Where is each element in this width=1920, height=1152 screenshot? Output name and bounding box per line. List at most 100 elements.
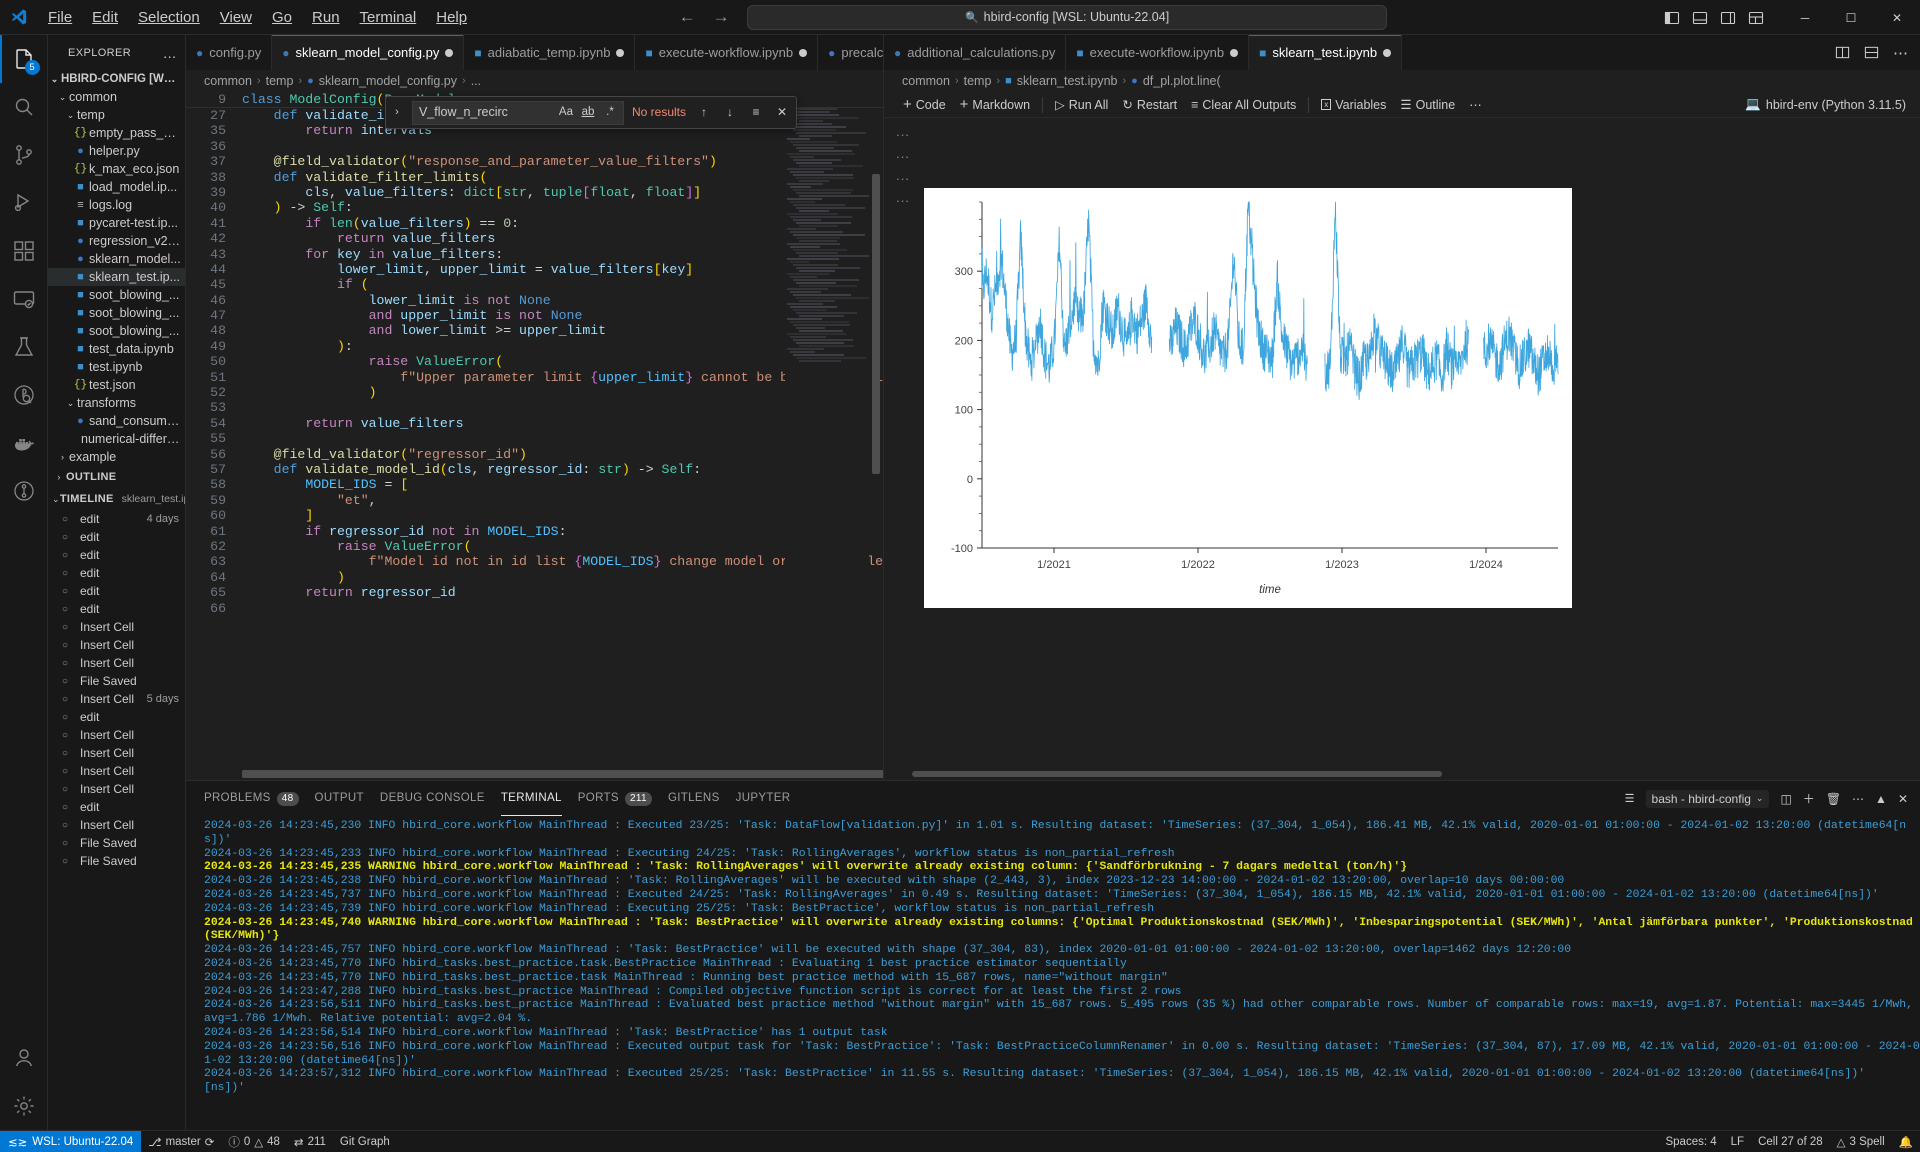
timeline-item[interactable]: ○edit: [48, 546, 185, 564]
code-line[interactable]: 48 and lower_limit >= upper_limit: [186, 323, 883, 338]
terminal-output[interactable]: 2024-03-26 14:23:45,230 INFO hbird_core.…: [186, 816, 1920, 1130]
terminal-dropdown-icon[interactable]: ☰: [1625, 792, 1635, 805]
breadcrumb-item-1[interactable]: temp: [266, 74, 294, 88]
panel-tab-terminal[interactable]: TERMINAL: [501, 781, 562, 816]
tab-sklearn-model-config-py[interactable]: ●sklearn_model_config.py: [272, 35, 464, 70]
timeline-item[interactable]: ○Insert Cell: [48, 636, 185, 654]
code-line[interactable]: 62 raise ValueError(: [186, 539, 883, 554]
code-line[interactable]: 61 if regressor_id not in MODEL_IDS:: [186, 524, 883, 539]
breadcrumb-item-2[interactable]: sklearn_model_config.py: [319, 74, 457, 88]
find-previous-icon[interactable]: ↑: [694, 105, 714, 120]
scrollbar-thumb[interactable]: [872, 174, 880, 474]
close-window-button[interactable]: ✕: [1874, 0, 1920, 35]
sidebar-item-python-env[interactable]: [0, 371, 48, 419]
menu-file[interactable]: File: [38, 6, 82, 29]
sidebar-item-docker[interactable]: [0, 419, 48, 467]
code-line[interactable]: 55: [186, 431, 883, 446]
panel-tab-output[interactable]: OUTPUT: [315, 781, 364, 816]
find-input[interactable]: V_flow_n_recirc Aa ab .*: [412, 101, 624, 125]
tree-row-k-max-eco-json[interactable]: {}k_max_eco.json: [48, 160, 185, 178]
notebook-horizontal-scrollbar[interactable]: [912, 769, 1918, 778]
timeline-item[interactable]: ○Insert Cell: [48, 654, 185, 672]
timeline-item[interactable]: ○edit: [48, 600, 185, 618]
timeline-item[interactable]: ○edit: [48, 708, 185, 726]
timeline-item[interactable]: ○edit: [48, 798, 185, 816]
tree-row-soot-blowing-[interactable]: ■soot_blowing_...: [48, 304, 185, 322]
code-line[interactable]: 63 f"Model id not in id list {MODEL_IDS}…: [186, 554, 883, 569]
maximize-panel-icon[interactable]: ▲: [1875, 792, 1887, 806]
accounts-button[interactable]: [0, 1034, 48, 1082]
sidebar-item-search[interactable]: [0, 83, 48, 131]
sidebar-item-run-debug[interactable]: [0, 179, 48, 227]
toggle-replace-icon[interactable]: ›: [388, 105, 406, 120]
git-graph-button[interactable]: Git Graph: [333, 1131, 397, 1152]
cell-indicator[interactable]: Cell 27 of 28: [1751, 1131, 1830, 1152]
terminal-instance-selector[interactable]: bash - hbird-config ⌄: [1646, 790, 1770, 808]
tree-row-root[interactable]: ⌄ HBIRD-CONFIG [WSL: UBU...: [48, 70, 185, 88]
settings-button[interactable]: [0, 1082, 48, 1130]
timeline-item[interactable]: ○edit: [48, 528, 185, 546]
code-line[interactable]: 38 def validate_filter_limits(: [186, 170, 883, 185]
panel-tab-jupyter[interactable]: JUPYTER: [736, 781, 791, 816]
notebook-output-row[interactable]: ... -10001002003001/20211/20221/20231/20…: [884, 188, 1920, 608]
menu-run[interactable]: Run: [302, 6, 350, 29]
menu-help[interactable]: Help: [426, 6, 477, 29]
minimize-button[interactable]: ─: [1782, 0, 1828, 35]
tree-row-logs-log[interactable]: ≡logs.log: [48, 196, 185, 214]
menu-terminal[interactable]: Terminal: [350, 6, 427, 29]
code-line[interactable]: 60 ]: [186, 508, 883, 523]
back-arrow-icon[interactable]: ←: [677, 7, 697, 27]
close-panel-icon[interactable]: ✕: [1898, 792, 1908, 806]
outline-button[interactable]: ☰ Outline: [1393, 95, 1462, 114]
tab-additional-calculations-py[interactable]: ●additional_calculations.py: [884, 35, 1066, 70]
code-line[interactable]: 37 @field_validator("response_and_parame…: [186, 154, 883, 169]
code-line[interactable]: 36: [186, 139, 883, 154]
code-line[interactable]: 42 return value_filters: [186, 231, 883, 246]
tab-execute-workflow-ipynb[interactable]: ■execute-workflow.ipynb: [635, 35, 818, 70]
sidebar-item-source-control[interactable]: [0, 131, 48, 179]
code-line[interactable]: 44 lower_limit, upper_limit = value_filt…: [186, 262, 883, 277]
sidebar-item-gitlens[interactable]: [0, 467, 48, 515]
tree-row-soot-blowing-[interactable]: ■soot_blowing_...: [48, 286, 185, 304]
panel-tab-ports[interactable]: PORTS211: [578, 781, 652, 816]
variables-button[interactable]: x Variables: [1314, 96, 1393, 114]
toggle-panel-icon[interactable]: [1692, 10, 1708, 26]
code-line[interactable]: 65 return regressor_id: [186, 585, 883, 600]
tab-sklearn-test-ipynb[interactable]: ■sklearn_test.ipynb: [1249, 35, 1402, 70]
timeline-item[interactable]: ○Insert Cell: [48, 726, 185, 744]
find-close-icon[interactable]: ✕: [772, 105, 792, 120]
breadcrumb-item-3[interactable]: df_pl.plot.line(: [1143, 74, 1221, 88]
kill-terminal-icon[interactable]: 🗑: [1826, 792, 1841, 806]
timeline-item[interactable]: ○File Saved: [48, 852, 185, 870]
tree-row-test-data-ipynb[interactable]: ■test_data.ipynb: [48, 340, 185, 358]
sidebar-item-testing[interactable]: [0, 323, 48, 371]
code-line[interactable]: 47 and upper_limit is not None: [186, 308, 883, 323]
add-markdown-cell-button[interactable]: + Markdown: [953, 95, 1037, 114]
maximize-button[interactable]: ☐: [1828, 0, 1874, 35]
editor-horizontal-scrollbar[interactable]: [186, 768, 883, 780]
sidebar-item-extensions[interactable]: [0, 227, 48, 275]
customize-layout-icon[interactable]: [1748, 10, 1764, 26]
forward-arrow-icon[interactable]: →: [711, 7, 731, 27]
find-next-icon[interactable]: ↓: [720, 105, 740, 120]
toggle-secondary-sidebar-icon[interactable]: [1720, 10, 1736, 26]
code-line[interactable]: 51 f"Upper parameter limit {upper_limit}…: [186, 370, 883, 385]
menu-selection[interactable]: Selection: [128, 6, 210, 29]
tree-row-test-ipynb[interactable]: ■test.ipynb: [48, 358, 185, 376]
command-center-search[interactable]: 🔍 hbird-config [WSL: Ubuntu-22.04]: [747, 5, 1387, 30]
menu-edit[interactable]: Edit: [82, 6, 128, 29]
tree-row-test-json[interactable]: {}test.json: [48, 376, 185, 394]
menu-go[interactable]: Go: [262, 6, 302, 29]
tree-row-example[interactable]: ›example: [48, 448, 185, 466]
tree-row-common[interactable]: ⌄common: [48, 88, 185, 106]
timeline-item[interactable]: ○File Saved: [48, 834, 185, 852]
more-actions-icon[interactable]: ⋯: [1893, 44, 1908, 62]
code-line[interactable]: 57 def validate_model_id(cls, regressor_…: [186, 462, 883, 477]
remote-indicator[interactable]: ≲≳ WSL: Ubuntu-22.04: [0, 1131, 141, 1152]
ports-indicator[interactable]: ⇄ 211: [287, 1131, 333, 1152]
clear-outputs-button[interactable]: ≡ Clear All Outputs: [1184, 96, 1303, 114]
tree-row-pycaret-test-ip-[interactable]: ■pycaret-test.ip...: [48, 214, 185, 232]
tree-row-transforms[interactable]: ⌄transforms: [48, 394, 185, 412]
breadcrumb-item-1[interactable]: temp: [964, 74, 992, 88]
problems-indicator[interactable]: ⓘ 0 △ 48: [221, 1131, 287, 1152]
